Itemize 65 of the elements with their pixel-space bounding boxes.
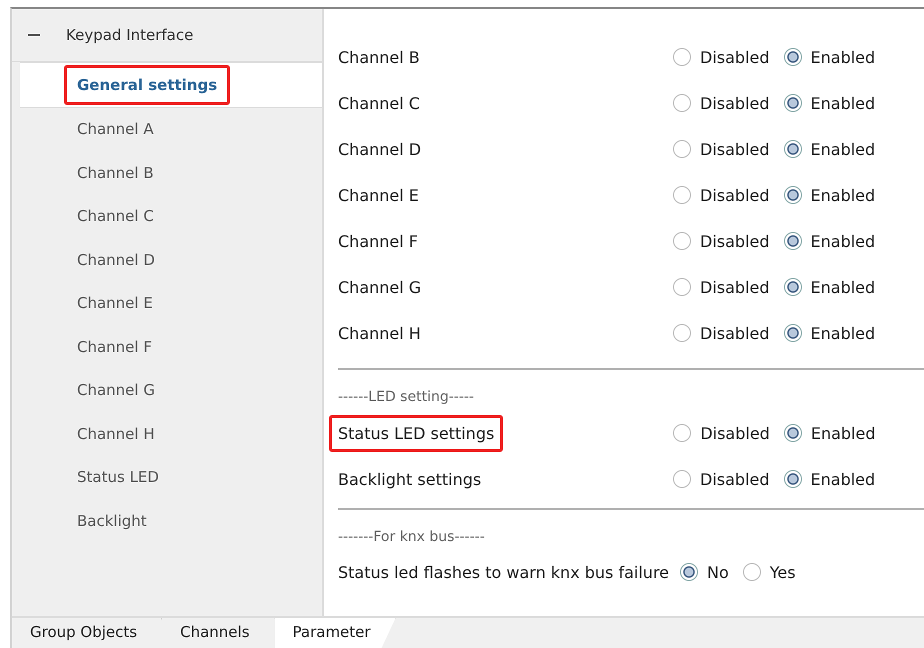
sidebar-item[interactable]: Status LED <box>64 457 172 498</box>
sidebar-item[interactable]: Channel B <box>64 152 167 193</box>
radio-button[interactable] <box>784 324 802 342</box>
setting-label: Channel G <box>337 276 422 298</box>
radio-label: Enabled <box>810 48 876 66</box>
radio-label: Enabled <box>810 140 876 158</box>
radio-label: Enabled <box>810 186 876 204</box>
radio-label: Disabled <box>700 278 770 296</box>
radio-button[interactable] <box>784 48 802 66</box>
radio-label: Enabled <box>810 424 876 442</box>
radio-button[interactable] <box>784 186 802 204</box>
radio-label: Disabled <box>700 324 770 342</box>
radio-label: Disabled <box>700 140 770 158</box>
radio-label: Enabled <box>810 278 876 296</box>
setting-label: Channel B <box>337 46 421 68</box>
radio-button[interactable] <box>673 48 691 66</box>
radio-button[interactable] <box>742 563 761 581</box>
radio-label: Enabled <box>810 94 876 112</box>
sidebar-item[interactable]: General settings <box>64 64 230 105</box>
radio-label: Enabled <box>810 324 876 342</box>
tab[interactable]: Parameter <box>274 618 396 648</box>
radio-button[interactable] <box>784 140 802 158</box>
radio-button[interactable] <box>673 186 691 204</box>
setting-label: Channel C <box>337 92 421 114</box>
radio-button[interactable] <box>784 232 802 250</box>
radio-button[interactable] <box>784 470 802 488</box>
setting-label: Channel E <box>337 184 420 206</box>
radio-button[interactable] <box>673 470 691 488</box>
radio-button[interactable] <box>673 278 691 296</box>
sidebar-item[interactable]: Channel G <box>64 370 168 410</box>
radio-label: Disabled <box>700 94 770 112</box>
radio-label: Enabled <box>810 470 876 488</box>
section-heading: ------LED setting----- <box>338 388 475 407</box>
radio-button[interactable] <box>784 278 802 296</box>
sidebar-item[interactable]: Channel D <box>64 240 168 280</box>
radio-button[interactable] <box>784 424 802 442</box>
setting-label: Status led flashes to warn knx bus failure <box>337 562 670 584</box>
radio-button[interactable] <box>680 563 698 581</box>
radio-label: Disabled <box>700 48 770 66</box>
radio-button[interactable] <box>673 424 692 442</box>
sidebar-item[interactable]: Channel C <box>64 196 167 236</box>
radio-label: Disabled <box>700 232 770 250</box>
radio-label: Disabled <box>700 470 770 488</box>
radio-button[interactable] <box>673 94 691 112</box>
radio-label: Disabled <box>700 186 770 204</box>
sidebar-item[interactable]: Channel E <box>64 283 166 324</box>
radio-label: No <box>707 562 729 582</box>
radio-label: Yes <box>770 562 796 582</box>
sidebar-item[interactable]: Channel F <box>64 326 165 367</box>
setting-label: Status LED settings <box>329 414 504 452</box>
setting-label: Backlight settings <box>337 468 482 490</box>
sidebar-item[interactable]: Channel H <box>64 414 168 454</box>
radio-button[interactable] <box>673 232 691 250</box>
setting-label: Channel F <box>337 230 419 252</box>
sidebar-item[interactable]: Channel A <box>64 109 167 150</box>
radio-button[interactable] <box>673 140 691 158</box>
tree-root-label: Keypad Interface <box>66 26 194 44</box>
setting-label: Channel D <box>337 138 422 160</box>
radio-button[interactable] <box>673 324 691 342</box>
sidebar-item[interactable]: Backlight <box>64 500 160 541</box>
radio-button[interactable] <box>784 94 802 112</box>
radio-label: Enabled <box>810 232 876 250</box>
section-heading: -------For knx bus------ <box>338 528 486 547</box>
setting-label: Channel H <box>337 322 422 344</box>
radio-label: Disabled <box>700 424 770 442</box>
